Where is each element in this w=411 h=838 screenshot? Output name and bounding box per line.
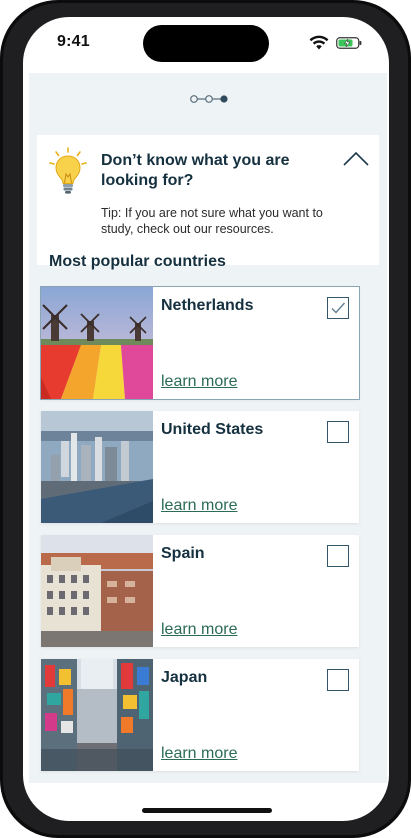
checkmark-icon [331, 302, 346, 314]
tip-text: Tip: If you are not sure what you want t… [101, 206, 323, 236]
home-indicator[interactable] [142, 808, 272, 813]
phone-screen: 9:41 Don’t know what you are looking for… [23, 17, 389, 821]
app-content: Don’t know what you are looking for? Tip… [29, 73, 387, 783]
learn-more-link[interactable]: learn more [161, 497, 237, 515]
learn-more-link[interactable]: learn more [161, 621, 237, 639]
spain-photo [41, 535, 153, 647]
wifi-icon [309, 35, 329, 50]
collapse-button[interactable] [343, 151, 369, 167]
tip-title: Don’t know what you are looking for? [101, 152, 290, 189]
netherlands-photo [41, 287, 153, 399]
checkbox-united-states[interactable] [327, 421, 349, 443]
battery-charging-icon [336, 37, 362, 49]
tip-card: Don’t know what you are looking for? Tip… [37, 135, 379, 270]
lightbulb-icon [49, 147, 87, 194]
japan-photo [41, 659, 153, 771]
dynamic-island [143, 25, 269, 62]
checkbox-netherlands[interactable] [327, 297, 349, 319]
country-card-spain[interactable]: Spain learn more [41, 535, 359, 647]
checkbox-spain[interactable] [327, 545, 349, 567]
progress-stepper [190, 95, 228, 103]
country-name: Japan [161, 669, 208, 686]
country-card-netherlands[interactable]: Netherlands learn more [40, 286, 360, 400]
section-title: Most popular countries [49, 253, 226, 270]
country-name: Netherlands [161, 297, 254, 314]
checkbox-japan[interactable] [327, 669, 349, 691]
status-time: 9:41 [57, 33, 90, 50]
united-states-photo [41, 411, 153, 523]
country-card-united-states[interactable]: United States learn more [41, 411, 359, 523]
learn-more-link[interactable]: learn more [161, 373, 237, 391]
learn-more-link[interactable]: learn more [161, 745, 237, 763]
phone-frame: 9:41 Don’t know what you are looking for… [0, 0, 411, 838]
country-name: United States [161, 421, 264, 438]
status-bar: 9:41 [23, 17, 389, 73]
country-name: Spain [161, 545, 205, 562]
chevron-up-icon [343, 151, 369, 166]
country-card-japan[interactable]: Japan learn more [41, 659, 359, 771]
